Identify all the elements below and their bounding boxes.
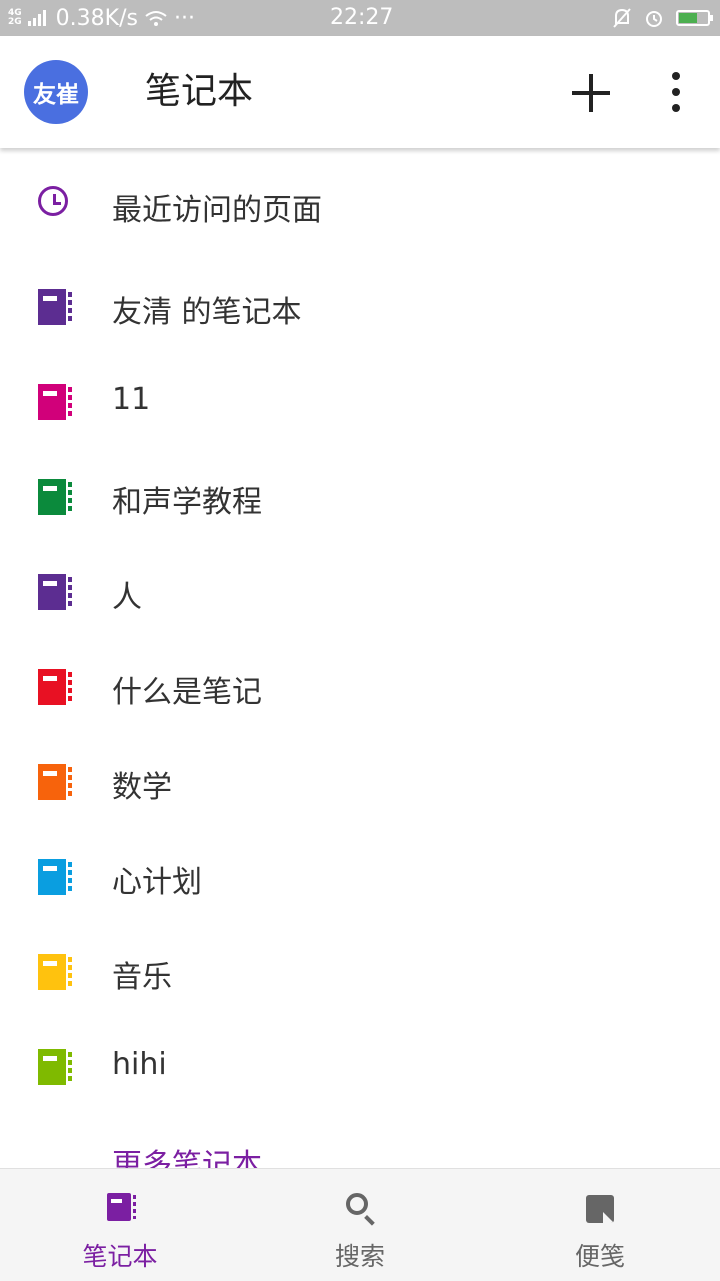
clock-time: 22:27	[330, 5, 394, 30]
tab-label: 便笺	[574, 1242, 625, 1271]
notebook-icon	[38, 954, 72, 990]
notebook-icon	[38, 764, 72, 800]
notebook-item[interactable]: hihi	[0, 1020, 720, 1115]
notebook-icon	[38, 669, 72, 705]
tab-notebooks[interactable]: 笔记本	[0, 1169, 240, 1281]
status-bar: 4G 2G 0.38K/s ··· 22:27	[0, 0, 720, 36]
notebook-label: 11	[112, 382, 151, 417]
notebook-item[interactable]: 音乐	[0, 925, 720, 1020]
notebook-label: hihi	[112, 1047, 167, 1082]
avatar[interactable]: 友崔	[24, 60, 88, 124]
notebook-item[interactable]: 心计划	[0, 830, 720, 925]
search-icon	[346, 1193, 368, 1215]
notebook-icon	[38, 1049, 72, 1085]
recent-pages-label: 最近访问的页面	[112, 193, 322, 228]
notebook-icon	[38, 289, 72, 325]
notebook-label: 友清 的笔记本	[112, 295, 302, 330]
add-notebook-button[interactable]	[568, 70, 614, 116]
alarm-icon	[644, 7, 664, 29]
notebook-item[interactable]: 人	[0, 545, 720, 640]
network-speed: 0.38K/s	[55, 5, 138, 31]
notebook-item[interactable]: 数学	[0, 735, 720, 830]
notebook-label: 数学	[112, 770, 172, 805]
dot-icon	[672, 104, 680, 112]
recent-pages-item[interactable]: 最近访问的页面	[0, 148, 720, 260]
notebook-icon	[38, 574, 72, 610]
notebook-icon	[38, 479, 72, 515]
notebook-item[interactable]: 什么是笔记	[0, 640, 720, 735]
tab-label: 搜索	[334, 1242, 385, 1271]
notebook-icon	[38, 859, 72, 895]
tab-sticky-notes[interactable]: 便笺	[480, 1169, 720, 1281]
notebook-item[interactable]: 和声学教程	[0, 450, 720, 545]
notebook-label: 心计划	[112, 865, 202, 900]
notebook-item[interactable]: 友清 的笔记本	[0, 260, 720, 355]
mute-bell-icon	[612, 7, 632, 29]
dot-icon	[672, 72, 680, 80]
dot-icon	[672, 88, 680, 96]
app-header: 友崔 笔记本	[0, 36, 720, 148]
sticky-note-icon	[586, 1195, 614, 1223]
notebook-item[interactable]: 11	[0, 355, 720, 450]
battery-icon	[676, 10, 713, 26]
more-status-dots: ···	[173, 5, 195, 31]
wifi-icon	[144, 9, 168, 27]
page-title: 笔记本	[145, 71, 254, 112]
tab-search[interactable]: 搜索	[240, 1169, 480, 1281]
more-options-button[interactable]	[660, 72, 692, 112]
status-left: 4G 2G 0.38K/s ···	[8, 0, 195, 36]
notebook-label: 音乐	[112, 960, 172, 995]
bottom-navigation: 笔记本 搜索 便笺	[0, 1168, 720, 1281]
notebook-label: 和声学教程	[112, 485, 262, 520]
notebook-icon	[107, 1193, 136, 1221]
signal-icon	[27, 10, 46, 26]
status-right	[612, 0, 713, 36]
clock-icon	[38, 186, 68, 216]
notebook-label: 什么是笔记	[112, 675, 262, 710]
tab-label: 笔记本	[82, 1242, 158, 1271]
notebook-label: 人	[112, 580, 142, 615]
notebook-icon	[38, 384, 72, 420]
network-type: 4G 2G	[8, 8, 22, 27]
